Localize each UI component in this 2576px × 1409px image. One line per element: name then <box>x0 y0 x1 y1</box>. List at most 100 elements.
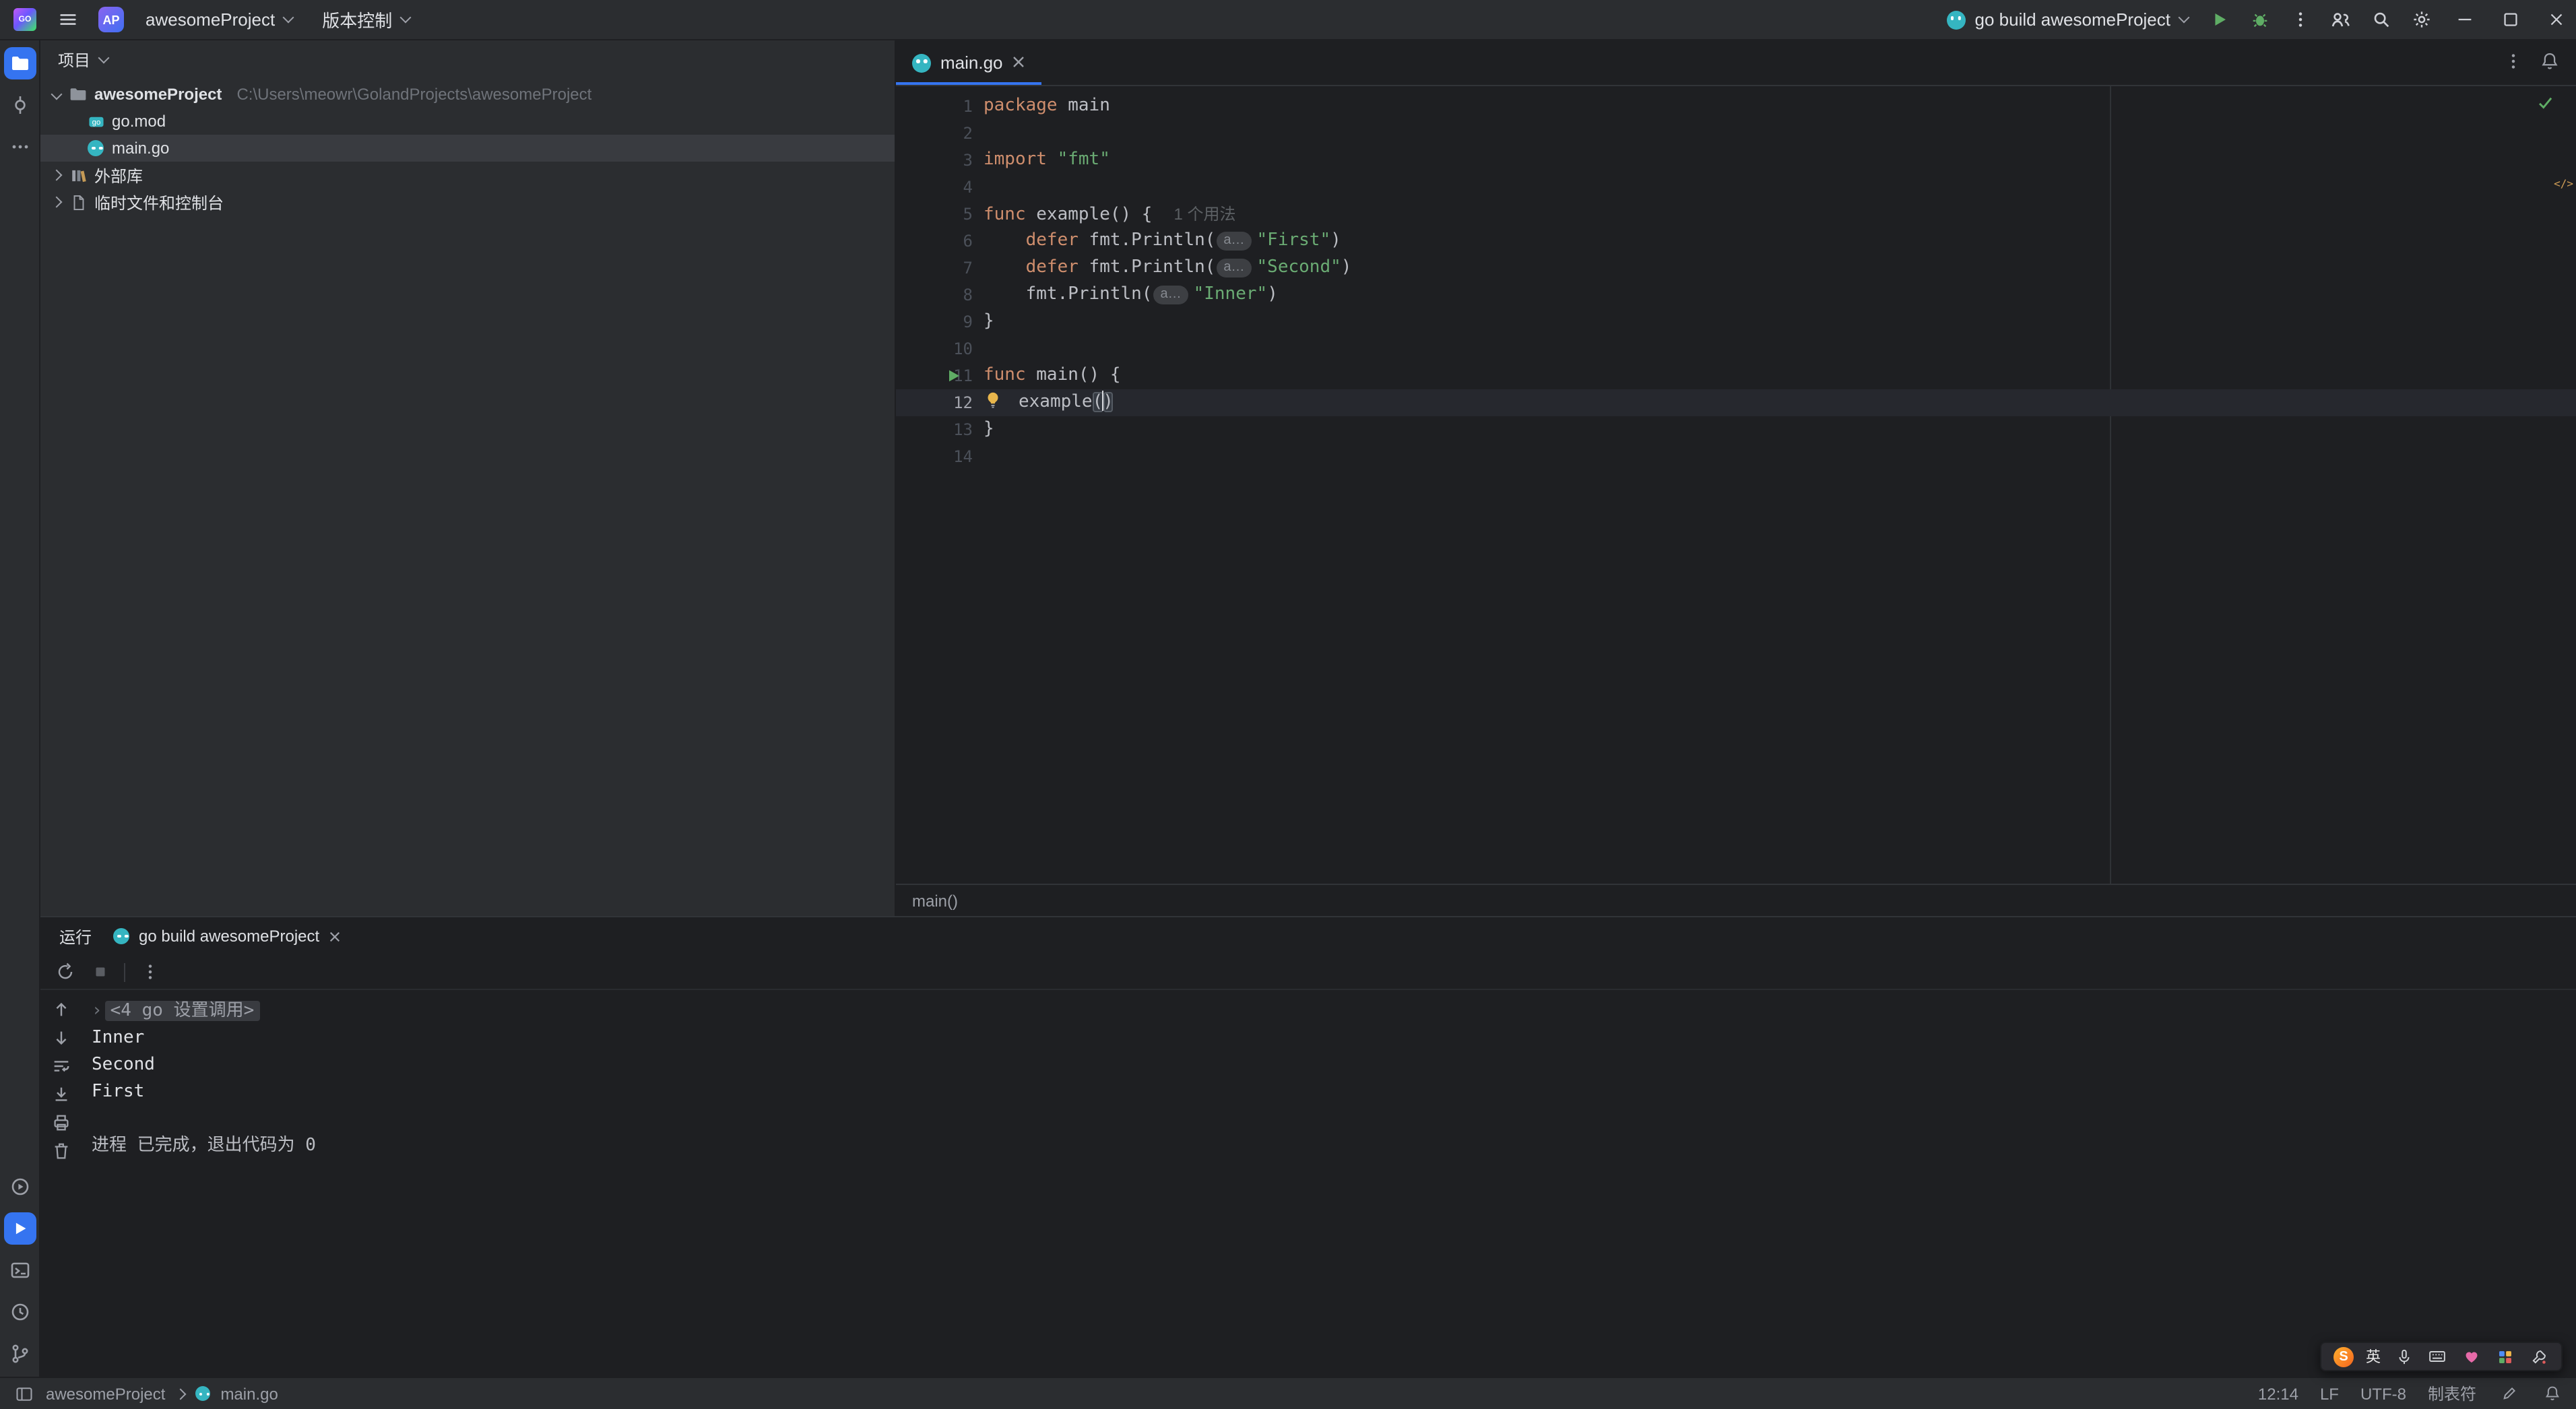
main-menu-icon[interactable] <box>50 3 85 36</box>
run-button[interactable] <box>2201 3 2236 36</box>
stop-button[interactable] <box>89 961 110 983</box>
editor-gutter[interactable]: 9 <box>896 308 973 335</box>
clear-console-icon[interactable] <box>50 1140 71 1161</box>
close-button[interactable] <box>2536 0 2576 39</box>
more-actions-icon[interactable] <box>2282 3 2317 36</box>
encoding-widget[interactable]: UTF-8 <box>2360 1384 2406 1403</box>
search-everywhere-icon[interactable] <box>2363 3 2398 36</box>
indent-widget[interactable]: 制表符 <box>2428 1382 2476 1405</box>
project-badge[interactable]: AP <box>98 7 124 32</box>
code-with-me-icon[interactable] <box>2323 3 2358 36</box>
run-gutter-icon[interactable] <box>947 369 961 383</box>
history-tool-button[interactable] <box>3 1296 36 1328</box>
line-ending-widget[interactable]: LF <box>2320 1384 2339 1403</box>
code-line-14[interactable]: 14 <box>896 443 2576 470</box>
status-notifications-icon[interactable] <box>2541 1383 2563 1404</box>
breadcrumb[interactable]: main() <box>896 884 2576 916</box>
editor-gutter[interactable]: 2 <box>896 120 973 147</box>
ime-language-indicator[interactable]: 英 <box>2366 1346 2381 1367</box>
tree-item-gofile[interactable]: main.go <box>40 135 895 162</box>
mic-icon[interactable] <box>2393 1346 2414 1367</box>
code-line-9[interactable]: 9} <box>896 308 2576 335</box>
editor-more-icon[interactable] <box>2503 51 2523 75</box>
code-line-10[interactable]: 10 <box>896 335 2576 362</box>
commit-tool-button[interactable] <box>3 89 36 121</box>
code-tag-icon[interactable]: </> <box>2554 178 2573 190</box>
tree-item-root[interactable]: awesomeProject C:\Users\meowr\GolandProje… <box>40 81 895 108</box>
editor-gutter[interactable]: 7 <box>896 255 973 282</box>
code-line-2[interactable]: 2 <box>896 120 2576 147</box>
code-line-7[interactable]: 7 defer fmt.Println(a… "Second") <box>896 255 2576 282</box>
editor-gutter[interactable]: 8 <box>896 282 973 308</box>
rerun-button[interactable] <box>54 961 75 983</box>
services-tool-button[interactable] <box>3 1171 36 1203</box>
project-selector[interactable]: awesomeProject <box>137 7 300 32</box>
editor-gutter[interactable]: 14 <box>896 443 973 470</box>
editor-gutter[interactable]: 11 <box>896 362 973 389</box>
code-line-5[interactable]: 5 func example() {1 个用法 <box>896 201 2576 228</box>
editor-gutter[interactable]: 3 <box>896 147 973 174</box>
tree-item-gomod[interactable]: go go.mod <box>40 108 895 135</box>
wrench-icon[interactable] <box>2527 1346 2549 1367</box>
code-line-13[interactable]: 13} <box>896 416 2576 443</box>
code-line-6[interactable]: 6 defer fmt.Println(a… "First") <box>896 228 2576 255</box>
usages-hint[interactable]: 1 个用法 <box>1173 205 1235 224</box>
tree-item-lib[interactable]: 外部库 <box>40 162 895 189</box>
scroll-end-icon[interactable] <box>50 1083 71 1105</box>
code-line-12[interactable]: 12 example() <box>896 389 2576 416</box>
toolwindow-layout-icon[interactable] <box>13 1383 35 1404</box>
project-tool-button[interactable] <box>3 47 36 79</box>
run-tab[interactable]: go build awesomeProject <box>113 927 341 946</box>
project-panel-header[interactable]: 项目 <box>40 40 895 78</box>
close-tab-icon[interactable] <box>1012 54 1026 71</box>
toolbox-icon[interactable] <box>2494 1346 2515 1367</box>
readonly-toggle-icon[interactable] <box>2498 1383 2519 1404</box>
tree-item-scratch[interactable]: 临时文件和控制台 <box>40 189 895 216</box>
editor-gutter[interactable]: 6 <box>896 228 973 255</box>
goland-logo-icon[interactable]: GO <box>13 8 36 31</box>
notifications-icon[interactable] <box>2540 51 2560 75</box>
git-branch-tool-button[interactable] <box>3 1338 36 1370</box>
code-line-1[interactable]: 1 package main <box>896 93 2576 120</box>
next-occurrence-icon[interactable] <box>50 1026 71 1048</box>
terminal-tool-button[interactable] <box>3 1254 36 1286</box>
folded-output[interactable]: <4 go 设置调用> <box>104 1001 260 1021</box>
console-more-icon[interactable] <box>139 961 160 983</box>
prev-occurrence-icon[interactable] <box>50 998 71 1020</box>
editor-gutter[interactable]: 12 <box>896 389 973 416</box>
inspection-ok-icon[interactable] <box>2537 94 2554 117</box>
code-line-4[interactable]: 4 <box>896 174 2576 201</box>
run-tool-button[interactable] <box>3 1212 36 1245</box>
print-icon[interactable] <box>50 1111 71 1133</box>
debug-button[interactable] <box>2242 3 2277 36</box>
lightbulb-icon[interactable] <box>984 392 1002 415</box>
editor-gutter[interactable]: 13 <box>896 416 973 443</box>
minimize-button[interactable] <box>2444 0 2484 39</box>
close-tab-icon[interactable] <box>329 927 341 945</box>
soft-wrap-icon[interactable] <box>50 1055 71 1076</box>
heart-icon[interactable] <box>2460 1346 2482 1367</box>
breadcrumb-item[interactable]: main() <box>912 891 958 910</box>
editor-gutter[interactable]: 1 <box>896 93 973 120</box>
vcs-widget[interactable]: 版本控制 <box>314 4 418 35</box>
run-config-selector[interactable]: go build awesomeProject <box>1939 7 2197 32</box>
keyboard-icon[interactable] <box>2426 1346 2448 1367</box>
editor-gutter[interactable]: 10 <box>896 335 973 362</box>
code-line-3[interactable]: 3 import "fmt" <box>896 147 2576 174</box>
console-output[interactable]: › <4 go 设置调用> Inner Second First 进程 已完成，退出代码… <box>81 990 2576 1377</box>
settings-icon[interactable] <box>2404 3 2439 36</box>
cursor-position-widget[interactable]: 12:14 <box>2258 1384 2298 1403</box>
fold-expand-icon[interactable]: › <box>92 1001 102 1021</box>
editor-gutter[interactable]: 5 <box>896 201 973 228</box>
code-line-11[interactable]: 11 func main() { <box>896 362 2576 389</box>
editor-tab-main-go[interactable]: main.go <box>896 40 1042 85</box>
nav-file[interactable]: main.go <box>220 1384 278 1403</box>
run-toolwindow-title[interactable]: 运行 <box>59 925 92 948</box>
code-line-8[interactable]: 8 fmt.Println(a… "Inner") <box>896 282 2576 308</box>
nav-project[interactable]: awesomeProject <box>46 1384 165 1403</box>
editor-gutter[interactable]: 4 <box>896 174 973 201</box>
maximize-button[interactable] <box>2490 0 2530 39</box>
sogou-logo-icon[interactable]: S <box>2333 1346 2354 1367</box>
more-tools-icon[interactable] <box>3 131 36 163</box>
code-editor[interactable]: 1 package main 2 3 import "fmt" 4 5 func exampl… <box>896 86 2576 884</box>
